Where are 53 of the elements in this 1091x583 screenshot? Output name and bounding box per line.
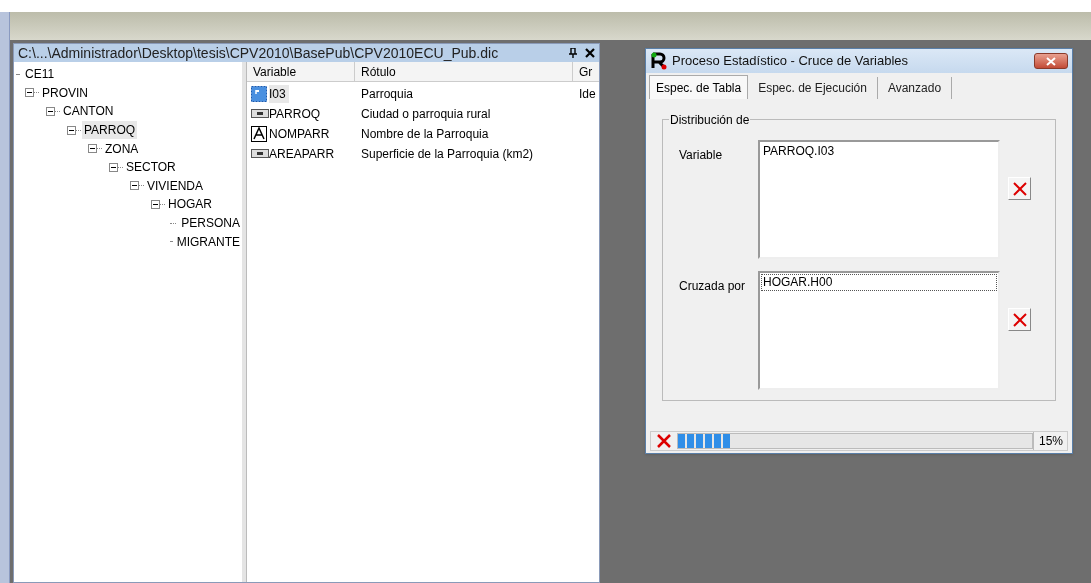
tree-node[interactable]: PERSONA — [179, 214, 242, 233]
tree-node[interactable]: MIGRANTE — [174, 232, 242, 251]
collapse-icon[interactable] — [67, 125, 82, 135]
remove-button[interactable] — [1008, 308, 1031, 331]
close-icon — [1046, 56, 1056, 66]
pin-icon[interactable] — [569, 48, 577, 58]
collapse-icon[interactable] — [88, 144, 103, 154]
text-field-icon — [251, 126, 269, 142]
tree-node[interactable]: CE11 — [23, 65, 57, 84]
app-logo-icon — [650, 52, 668, 70]
tree-node[interactable]: PROVIN — [40, 83, 90, 102]
panel-title: C:\...\Administrador\Desktop\tesis\CPV2010\BasePub\CPV2010ECU_Pub.dic — [18, 43, 500, 63]
tab[interactable]: Avanzado — [877, 77, 953, 99]
variable-list-box[interactable]: PARROQ.I03 — [758, 140, 1000, 259]
delete-icon — [1012, 312, 1027, 327]
close-button[interactable] — [1034, 53, 1068, 69]
collapse-icon[interactable] — [130, 181, 145, 191]
progress-percent: 15% — [1033, 432, 1067, 450]
column-header[interactable]: Variable — [247, 62, 355, 81]
table-cell-text: Ide — [578, 86, 596, 103]
collapse-icon[interactable] — [25, 88, 40, 98]
cancel-icon[interactable] — [656, 434, 672, 448]
variable-name[interactable]: NOMPARR — [269, 125, 333, 143]
column-header[interactable]: Rótulo — [355, 62, 573, 81]
delete-icon — [1012, 181, 1027, 196]
variable-name[interactable]: AREAPARR — [269, 145, 338, 163]
field-label: Cruzada por — [678, 278, 747, 295]
variable-label: Ciudad o parroquia rural — [360, 106, 492, 123]
variable-name[interactable]: I03 — [269, 85, 289, 103]
variable-label: Superficie de la Parroquia (km2) — [360, 146, 535, 163]
close-icon[interactable] — [585, 48, 595, 58]
variable-name[interactable]: PARROQ — [269, 105, 324, 123]
list-item[interactable]: HOGAR.H00 — [761, 274, 997, 291]
remove-button[interactable] — [1008, 177, 1031, 200]
variable-label: Nombre de la Parroquia — [360, 126, 490, 143]
collapse-icon[interactable] — [109, 162, 124, 172]
variable-label: Parroquia — [360, 86, 415, 103]
tab[interactable]: Espec. de Ejecución — [748, 77, 878, 99]
id-field-icon — [251, 86, 269, 102]
tree-node[interactable]: SECTOR — [124, 158, 178, 177]
tab[interactable]: Espec. de Tabla — [649, 75, 749, 99]
tree-node[interactable]: ZONA — [103, 139, 141, 158]
dialog-title: Proceso Estadístico - Cruce de Variables — [672, 52, 910, 71]
tree-node[interactable]: VIVIENDA — [145, 176, 205, 195]
list-item[interactable]: PARROQ.I03 — [761, 143, 997, 160]
tree-node[interactable]: HOGAR — [166, 195, 214, 214]
field-label: Variable — [678, 147, 724, 164]
column-header[interactable]: Gr — [573, 62, 599, 81]
collapse-icon[interactable] — [46, 107, 61, 116]
collapse-icon[interactable] — [151, 199, 166, 209]
tree-node[interactable]: CANTON — [61, 102, 116, 121]
variable-list-box[interactable]: HOGAR.H00 — [758, 271, 1000, 390]
tree-node[interactable]: PARROQ — [82, 121, 138, 140]
